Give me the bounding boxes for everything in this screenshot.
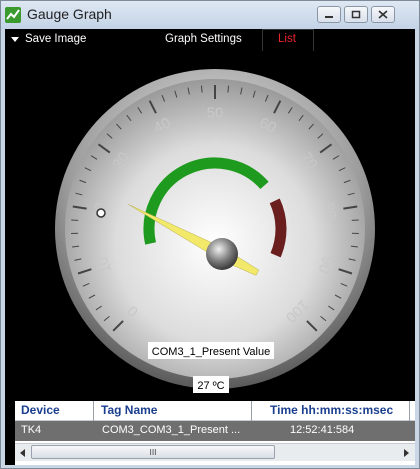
menu-bar: Save Image Graph Settings List	[5, 29, 415, 51]
scroll-left-button[interactable]	[15, 444, 31, 461]
gauge-dial: 0102030405060708090100 COM3_1_Present Va…	[55, 69, 375, 393]
minor-tick	[200, 85, 203, 93]
cell-device: TK4	[21, 424, 42, 436]
close-icon	[378, 10, 388, 19]
tag-label: COM3_1_Present Value	[152, 346, 270, 358]
minimize-icon	[325, 15, 333, 18]
app-icon	[5, 7, 21, 23]
column-header-tag-name[interactable]: Tag Name	[101, 403, 157, 417]
gauge-marker-dot	[96, 208, 106, 218]
scroll-right-icon	[404, 448, 409, 457]
data-table: Device Tag Name Time hh:mm:ss:msec TK4 C…	[15, 401, 415, 465]
list-tab[interactable]: List	[262, 29, 314, 51]
gauge-hub	[206, 238, 238, 270]
window-title: Gauge Graph	[27, 6, 112, 22]
gauge-tick-label: 80	[320, 201, 339, 220]
close-button[interactable]	[371, 6, 395, 23]
cell-tag-name: COM3_COM3_1_Present ...	[102, 424, 241, 436]
scrollbar-thumb[interactable]: III	[31, 445, 275, 459]
gauge-tick-label: 50	[207, 105, 224, 122]
minor-tick	[227, 85, 230, 93]
minimize-button[interactable]	[317, 6, 341, 23]
column-header-device[interactable]: Device	[21, 403, 60, 417]
list-tab-label: List	[278, 33, 296, 45]
table-row[interactable]: TK4 COM3_COM3_1_Present ... 12:52:41:584	[15, 421, 415, 441]
scroll-left-icon	[20, 448, 25, 457]
maximize-icon	[351, 10, 361, 19]
maximize-button[interactable]	[344, 6, 368, 23]
dropdown-arrow-icon	[11, 37, 19, 42]
save-image-menu[interactable]: Save Image	[25, 33, 86, 45]
gauge-red-band	[269, 198, 287, 258]
gauge-panel: Save Image Graph Settings List 0 10 30 4…	[5, 29, 415, 465]
gauge-face	[65, 79, 365, 379]
column-header-time[interactable]: Time hh:mm:ss:msec	[270, 403, 393, 417]
value-label: 27 ºC	[197, 380, 224, 392]
table-header: Device Tag Name Time hh:mm:ss:msec	[15, 401, 415, 421]
title-bar: Gauge Graph	[1, 1, 419, 29]
scrollbar-grip: III	[149, 447, 157, 457]
graph-settings-menu[interactable]: Graph Settings	[165, 33, 242, 45]
scroll-right-button[interactable]	[399, 444, 415, 461]
cell-time: 12:52:41:584	[290, 424, 355, 436]
gauge-graph-window: Gauge Graph Save Image Graph Settings Li…	[0, 0, 420, 469]
horizontal-scrollbar[interactable]: III	[15, 443, 415, 461]
